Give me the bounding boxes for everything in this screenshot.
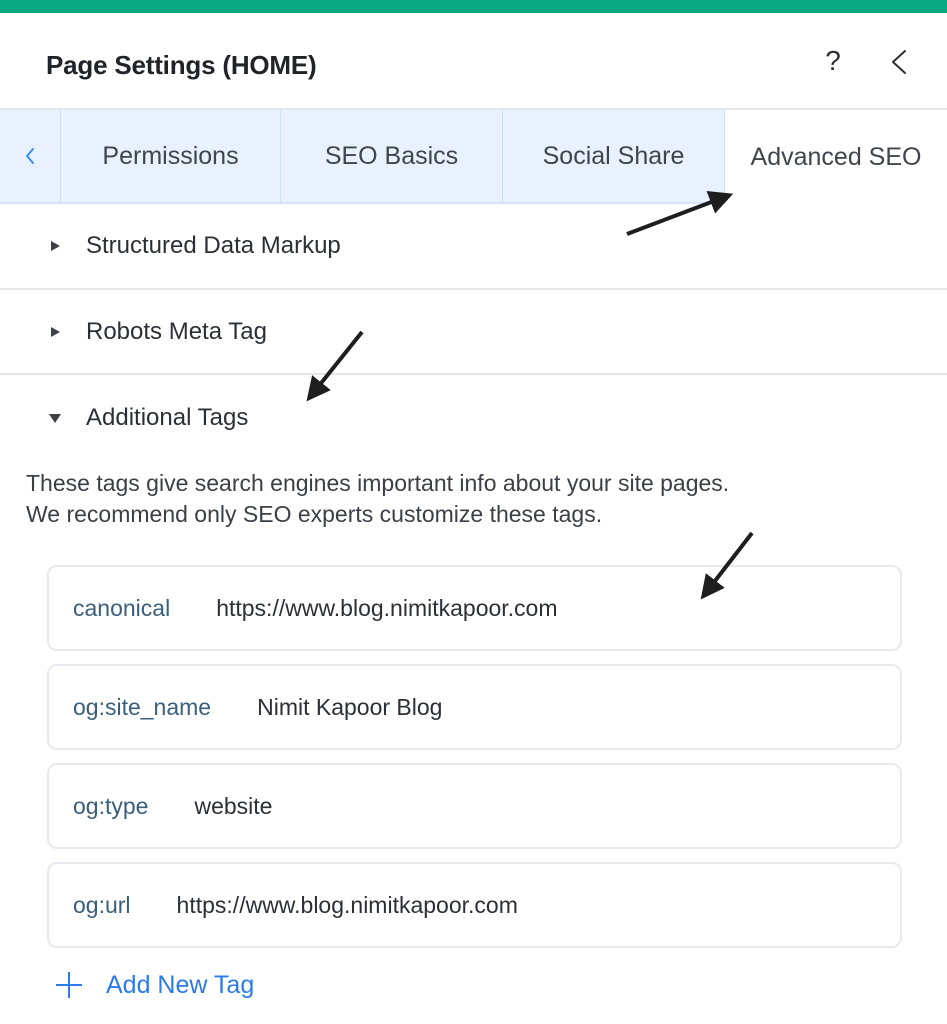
page-title: Page Settings (HOME) bbox=[46, 50, 317, 80]
caret-right-icon bbox=[51, 327, 60, 337]
chevron-left-icon bbox=[26, 148, 34, 164]
section-toggle-additional-tags[interactable]: Additional Tags bbox=[0, 376, 947, 460]
section-label: Additional Tags bbox=[86, 404, 249, 431]
tag-row-og-url[interactable]: og:url https://www.blog.nimitkapoor.com bbox=[47, 862, 902, 948]
tab-social-share[interactable]: Social Share bbox=[503, 110, 725, 204]
tag-row-og-site-name[interactable]: og:site_name Nimit Kapoor Blog bbox=[47, 664, 902, 750]
section-robots-meta-tag: Robots Meta Tag bbox=[0, 290, 947, 375]
tab-label: Social Share bbox=[542, 141, 685, 170]
tab-label: SEO Basics bbox=[324, 141, 459, 170]
tag-key: og:site_name bbox=[73, 693, 212, 720]
tag-key: canonical bbox=[73, 594, 171, 621]
tab-bar: Permissions SEO Basics Social Share Adva… bbox=[0, 108, 947, 204]
add-new-tag-label: Add New Tag bbox=[106, 970, 255, 999]
tab-label: Advanced SEO bbox=[750, 142, 922, 171]
tag-value: website bbox=[194, 792, 273, 819]
tab-label: Permissions bbox=[102, 141, 239, 170]
tag-value: Nimit Kapoor Blog bbox=[257, 693, 443, 720]
add-new-tag-button[interactable]: Add New Tag bbox=[56, 965, 254, 1005]
section-label: Structured Data Markup bbox=[86, 232, 341, 259]
section-structured-data-markup: Structured Data Markup bbox=[0, 204, 947, 290]
chevron-left-icon bbox=[892, 50, 906, 74]
tab-advanced-seo[interactable]: Advanced SEO bbox=[725, 110, 947, 204]
tab-permissions[interactable]: Permissions bbox=[61, 110, 281, 204]
tag-value: https://www.blog.nimitkapoor.com bbox=[216, 594, 558, 621]
additional-tags-description: These tags give search engines important… bbox=[26, 468, 926, 530]
tag-key: og:type bbox=[73, 792, 149, 819]
tag-row-canonical[interactable]: canonical https://www.blog.nimitkapoor.c… bbox=[47, 565, 902, 651]
help-button[interactable]: ? bbox=[818, 45, 848, 77]
caret-right-icon bbox=[51, 241, 60, 251]
description-line: We recommend only SEO experts customize … bbox=[26, 501, 603, 527]
tag-value: https://www.blog.nimitkapoor.com bbox=[176, 891, 518, 918]
section-toggle-robots-meta-tag[interactable]: Robots Meta Tag bbox=[0, 290, 947, 374]
tab-scroll-left-button[interactable] bbox=[0, 110, 61, 204]
tab-seo-basics[interactable]: SEO Basics bbox=[281, 110, 503, 204]
section-toggle-structured-data-markup[interactable]: Structured Data Markup bbox=[0, 204, 947, 288]
plus-icon bbox=[56, 972, 82, 998]
panel-header: Page Settings (HOME) ? bbox=[0, 13, 947, 109]
caret-down-icon bbox=[49, 414, 61, 423]
description-line: These tags give search engines important… bbox=[26, 470, 730, 496]
help-icon: ? bbox=[825, 45, 841, 76]
back-button[interactable] bbox=[885, 47, 913, 77]
section-label: Robots Meta Tag bbox=[86, 318, 267, 345]
tag-key: og:url bbox=[73, 891, 131, 918]
top-accent-bar bbox=[0, 0, 947, 13]
tag-row-og-type[interactable]: og:type website bbox=[47, 763, 902, 849]
